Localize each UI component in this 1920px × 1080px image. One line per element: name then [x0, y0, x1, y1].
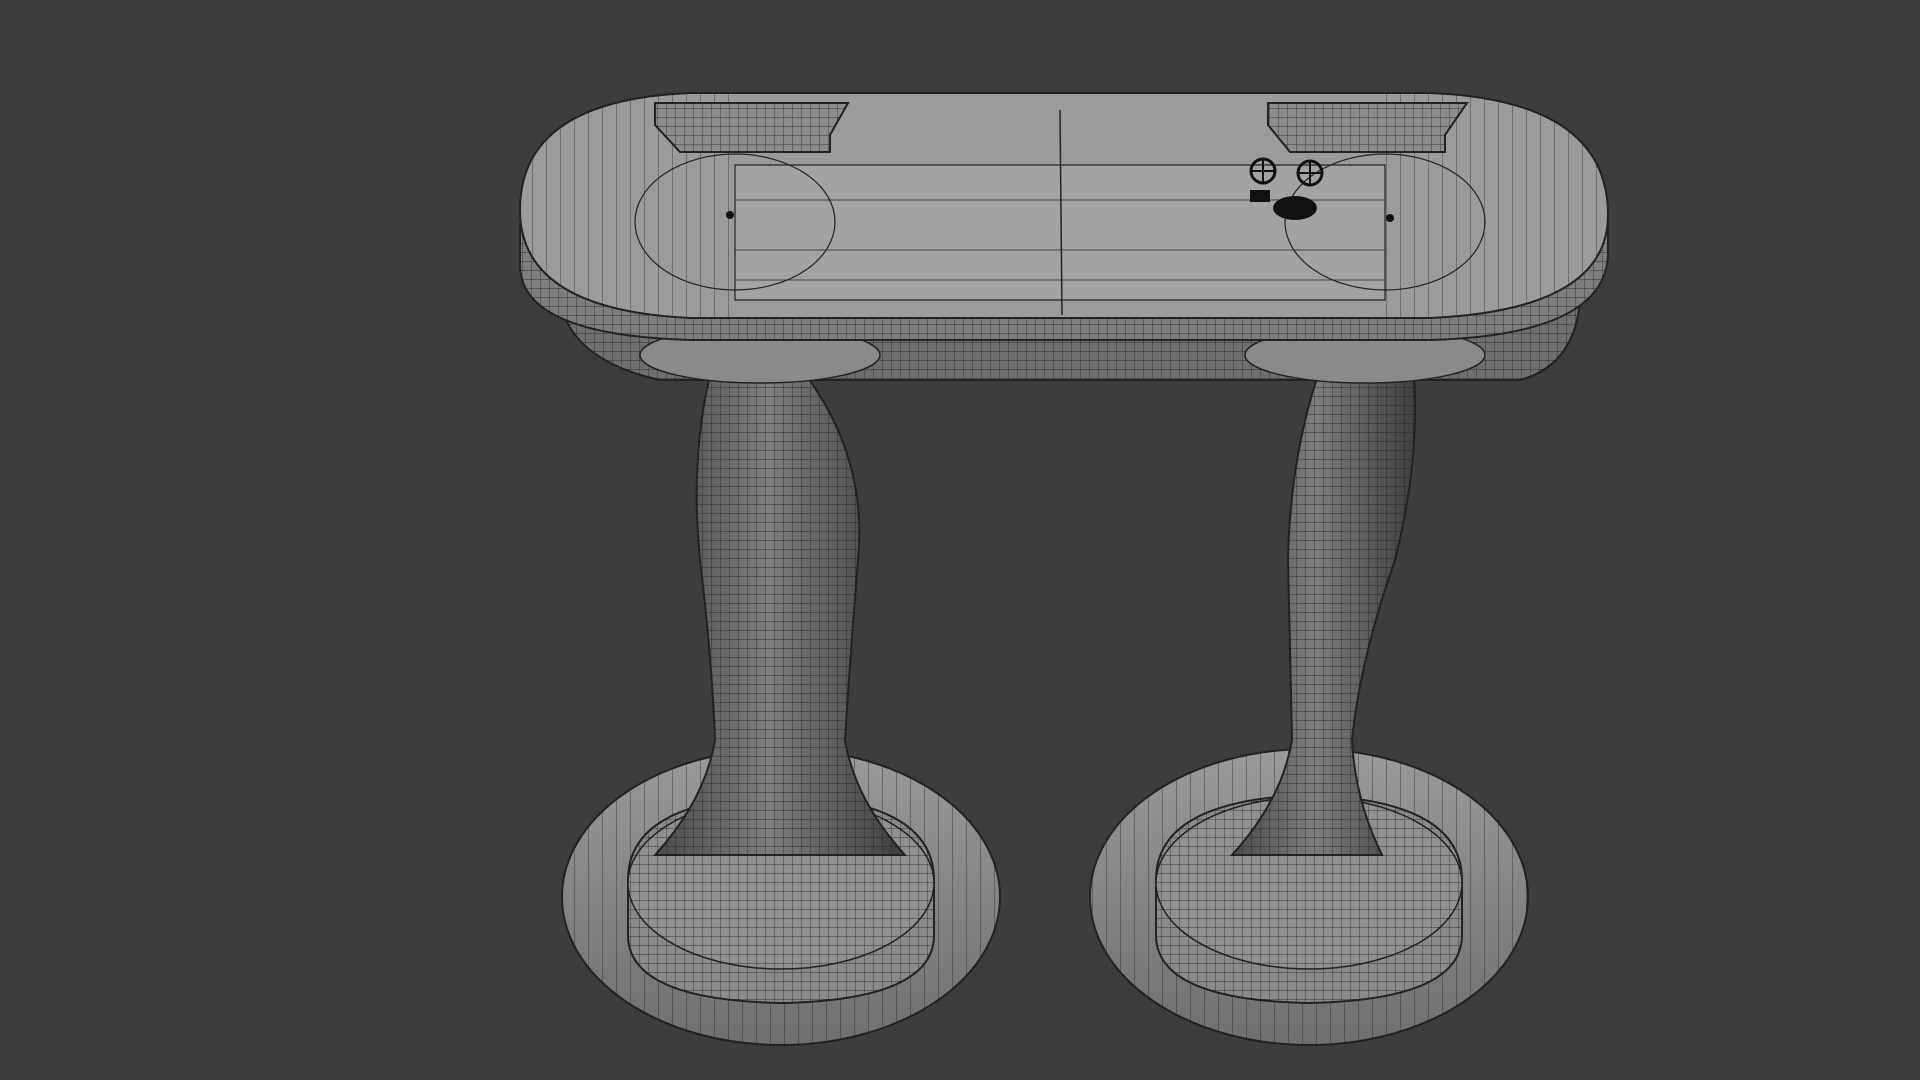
viewport-canvas[interactable]	[0, 0, 1920, 1080]
left-fan-center	[726, 211, 734, 219]
right-top-block[interactable]	[1267, 102, 1469, 153]
left-top-block[interactable]	[654, 102, 850, 153]
right-fan-center	[1386, 214, 1394, 222]
3d-viewport[interactable]	[0, 0, 1920, 1080]
